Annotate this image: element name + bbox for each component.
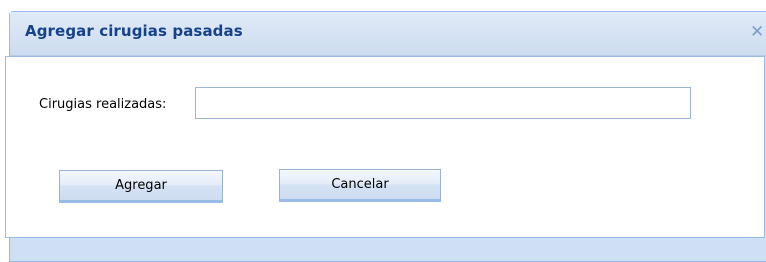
surgeries-input[interactable] [195, 87, 691, 119]
surgeries-field-label: Cirugias realizadas: [39, 97, 167, 112]
cancel-button[interactable]: Cancelar [279, 169, 441, 202]
add-button[interactable]: Agregar [59, 170, 223, 203]
dialog-title: Agregar cirugias pasadas [25, 22, 243, 40]
dialog-titlebar[interactable]: Agregar cirugias pasadas ✕ [10, 12, 766, 56]
close-icon[interactable]: ✕ [750, 22, 766, 42]
dialog-body: Cirugias realizadas: Agregar Cancelar [5, 56, 765, 238]
